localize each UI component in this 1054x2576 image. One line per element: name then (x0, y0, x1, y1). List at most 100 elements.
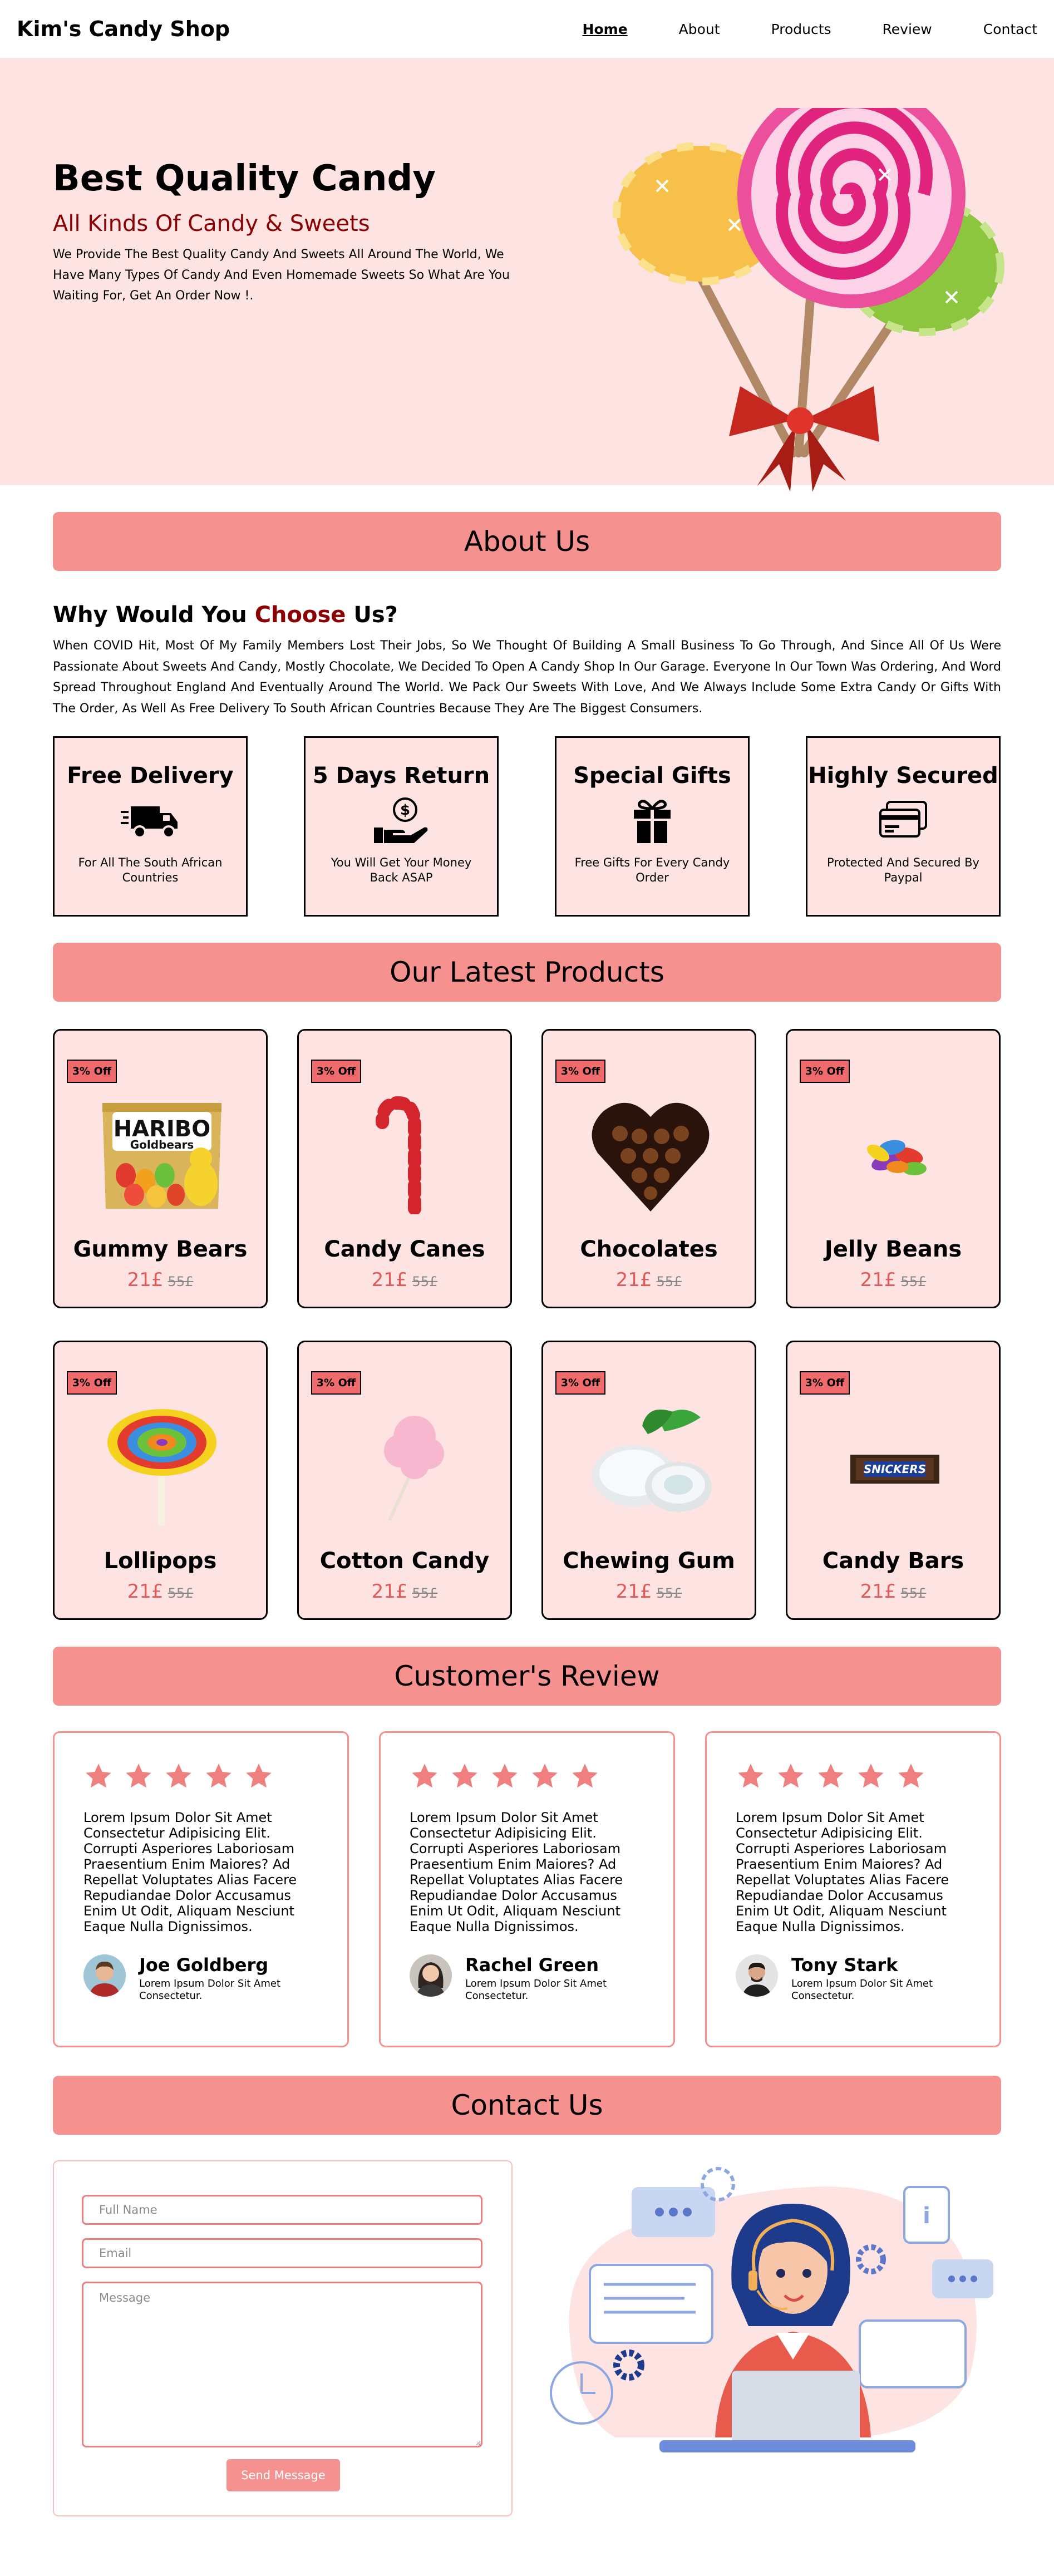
star-icon (412, 1764, 437, 1788)
star-icon (206, 1764, 232, 1788)
hero-section: Best Quality Candy All Kinds Of Candy & … (0, 58, 1054, 492)
product-card-chocolates[interactable]: 3% Off Chocolates 21£ 55£ (541, 1029, 756, 1308)
discount-badge: 3% Off (555, 1060, 605, 1083)
product-price: 21£ 55£ (860, 1269, 927, 1291)
feature-free-delivery: Free Delivery For All The South African … (53, 736, 248, 917)
about-heading: About Us (53, 512, 1001, 571)
gift-icon (634, 800, 671, 843)
lollipops-illustration (613, 108, 1004, 492)
product-price: 21£ 55£ (615, 1269, 682, 1291)
review-text: Lorem Ipsum Dolor Sit Amet Consectetur A… (736, 1810, 949, 1934)
contact-form: Send Message (53, 2160, 513, 2516)
email-input[interactable] (82, 2238, 482, 2268)
product-price: 21£ 55£ (371, 1269, 438, 1291)
hero-description: We Provide The Best Quality Candy And Sw… (53, 248, 510, 303)
product-card-gummy-bears[interactable]: 3% Off HARIBO Goldbears Gummy Bears 21£ 5… (53, 1029, 268, 1308)
product-card-jelly-beans[interactable]: 3% Off Jelly Beans 21£ 55£ (786, 1029, 1001, 1308)
product-card-candy-bars[interactable]: 3% Off SNICKERS Candy Bars 21£ 55£ (786, 1341, 1001, 1620)
nav-link-products[interactable]: Products (771, 21, 831, 37)
review-text: Lorem Ipsum Dolor Sit Amet Consectetur A… (83, 1810, 297, 1934)
product-name: Chewing Gum (563, 1548, 735, 1574)
feature-text: Free Gifts For Every Candy Order (574, 856, 730, 884)
product-name: Chocolates (580, 1237, 718, 1262)
nav-link-about[interactable]: About (679, 21, 720, 37)
contact-heading: Contact Us (53, 2076, 1001, 2135)
star-icon (778, 1764, 804, 1788)
discount-badge: 3% Off (555, 1371, 605, 1395)
cotton-candy-image (384, 1416, 444, 1521)
feature-text: For All The South African Countries (78, 856, 223, 884)
star-icon (532, 1764, 558, 1788)
reviewer-subtitle: Lorem Ipsum Dolor Sit Amet Consectetur. (139, 1978, 281, 2002)
star-icon (86, 1764, 111, 1788)
nav-link-review[interactable]: Review (883, 21, 932, 37)
product-name: Lollipops (104, 1548, 217, 1574)
reviewer-subtitle: Lorem Ipsum Dolor Sit Amet Consectetur. (791, 1978, 933, 2002)
reviewer-subtitle: Lorem Ipsum Dolor Sit Amet Consectetur. (465, 1978, 607, 2002)
feature-text: You Will Get Your Money Back ASAP (331, 856, 472, 884)
discount-badge: 3% Off (800, 1060, 850, 1083)
star-icon (858, 1764, 884, 1788)
feature-title: Special Gifts (573, 763, 731, 789)
product-name: Cotton Candy (319, 1548, 490, 1574)
feature-title: Highly Secured (808, 763, 998, 789)
nav-link-home[interactable]: Home (583, 21, 628, 37)
money-hand-icon: $ (374, 797, 428, 843)
discount-badge: 3% Off (800, 1371, 850, 1395)
feature-text: Protected And Secured By Paypal (827, 856, 979, 884)
star-icon (166, 1764, 191, 1788)
send-message-button[interactable]: Send Message (226, 2459, 340, 2491)
svg-text:SNICKERS: SNICKERS (864, 1462, 926, 1476)
star-icon (126, 1764, 151, 1788)
star-rating (83, 1762, 274, 1791)
review-text: Lorem Ipsum Dolor Sit Amet Consectetur A… (410, 1810, 623, 1934)
chocolates-image (592, 1102, 710, 1211)
reviewer-name: Tony Stark (791, 1954, 898, 1976)
review-card: Lorem Ipsum Dolor Sit Amet Consectetur A… (705, 1731, 1001, 2047)
brand-logo[interactable]: Kim's Candy Shop (17, 17, 230, 41)
product-name: Gummy Bears (73, 1237, 248, 1262)
avatar (736, 1954, 778, 1997)
reviewer-name: Joe Goldberg (139, 1954, 269, 1976)
candy-bar-image: SNICKERS (850, 1455, 939, 1484)
star-rating (736, 1762, 926, 1791)
products-heading: Our Latest Products (53, 943, 1001, 1002)
chewing-gum-image (592, 1409, 712, 1512)
avatar (410, 1954, 452, 1997)
product-price: 21£ 55£ (371, 1580, 438, 1603)
product-card-candy-canes[interactable]: 3% Off Candy Canes 21£ 55£ (297, 1029, 512, 1308)
about-description: When COVID Hit, Most Of My Family Member… (53, 639, 1001, 716)
star-icon (572, 1764, 598, 1788)
product-card-lollipops[interactable]: 3% Off Lollipops 21£ 55£ (53, 1341, 268, 1620)
product-name: Candy Bars (822, 1548, 964, 1574)
discount-badge: 3% Off (311, 1060, 361, 1083)
full-name-input[interactable] (82, 2195, 482, 2225)
hero-title: Best Quality Candy (53, 158, 436, 199)
product-card-cotton-candy[interactable]: 3% Off Cotton Candy 21£ 55£ (297, 1341, 512, 1620)
product-price: 21£ 55£ (127, 1580, 194, 1603)
candy-cane-image (376, 1096, 421, 1214)
svg-text:Goldbears: Goldbears (130, 1138, 194, 1151)
lollipop-image (107, 1409, 216, 1526)
reviewer-name: Rachel Green (465, 1954, 599, 1976)
review-card: Lorem Ipsum Dolor Sit Amet Consectetur A… (53, 1731, 349, 2047)
credit-card-icon (879, 801, 927, 838)
message-textarea[interactable] (82, 2282, 482, 2447)
navbar: Kim's Candy Shop Home About Products Rev… (0, 0, 1054, 58)
why-choose-heading: Why Would You Choose Us? (53, 602, 398, 628)
product-name: Jelly Beans (824, 1237, 962, 1262)
product-card-chewing-gum[interactable]: 3% Off Chewing Gum 21£ 55£ (541, 1341, 756, 1620)
jelly-beans-image (867, 1140, 927, 1175)
star-icon (246, 1764, 272, 1788)
truck-icon (121, 806, 178, 839)
product-price: 21£ 55£ (615, 1580, 682, 1603)
review-card: Lorem Ipsum Dolor Sit Amet Consectetur A… (379, 1731, 675, 2047)
star-icon (492, 1764, 518, 1788)
discount-badge: 3% Off (311, 1371, 361, 1395)
feature-five-days-return: 5 Days Return $ You Will Get Your Money … (304, 736, 499, 917)
product-price: 21£ 55£ (860, 1580, 927, 1603)
nav-link-contact[interactable]: Contact (983, 21, 1037, 37)
svg-text:$: $ (400, 802, 410, 819)
star-icon (738, 1764, 764, 1788)
nav-menu: Home About Products Review Contact (531, 21, 1037, 37)
